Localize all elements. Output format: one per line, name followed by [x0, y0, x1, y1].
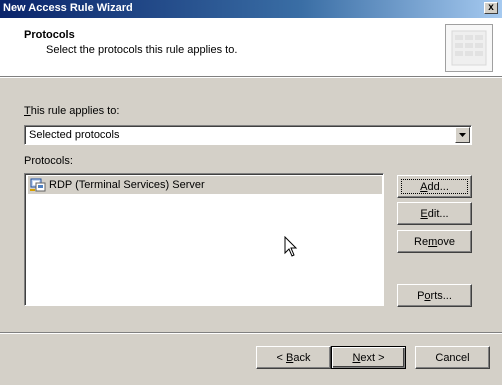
page-title: Protocols: [24, 29, 75, 41]
applies-to-value: Selected protocols: [29, 129, 120, 141]
chevron-down-icon: [459, 133, 466, 137]
add-button[interactable]: Add...: [397, 175, 472, 198]
applies-to-label-text: his rule applies to:: [30, 105, 120, 117]
close-icon: x: [488, 2, 494, 13]
wizard-banner-icon: [445, 24, 493, 72]
protocols-list[interactable]: RDP (Terminal Services) Server: [24, 173, 384, 306]
next-button[interactable]: Next >: [331, 346, 406, 369]
page-subtitle: Select the protocols this rule applies t…: [46, 44, 238, 56]
edit-button[interactable]: Edit...: [397, 202, 472, 225]
ports-label-post: rts...: [430, 289, 452, 302]
applies-to-label: This rule applies to:: [24, 105, 119, 117]
close-button[interactable]: x: [484, 2, 498, 14]
list-item[interactable]: RDP (Terminal Services) Server: [28, 176, 382, 194]
back-button[interactable]: < Back: [256, 346, 331, 369]
cancel-label: Cancel: [435, 351, 470, 364]
remove-button[interactable]: Remove: [397, 230, 472, 253]
ports-button[interactable]: Ports...: [397, 284, 472, 307]
header-divider-highlight: [0, 77, 502, 78]
footer-divider-highlight: [0, 333, 502, 334]
applies-to-dropdown[interactable]: Selected protocols: [24, 125, 472, 145]
remove-label-pre: Re: [414, 235, 429, 248]
edit-accel: E: [420, 207, 428, 220]
back-label-pre: <: [276, 351, 286, 364]
dropdown-arrow-button[interactable]: [455, 127, 470, 143]
window-title: New Access Rule Wizard: [3, 2, 133, 14]
protocol-name: RDP (Terminal Services) Server: [49, 179, 205, 191]
protocol-icon: [30, 178, 46, 195]
add-label: dd...: [427, 180, 449, 193]
edit-label: dit...: [427, 207, 449, 220]
add-accel: A: [420, 180, 428, 193]
remove-accel: m: [428, 235, 438, 248]
mouse-cursor-icon: [284, 235, 298, 261]
back-label-post: ack: [293, 351, 311, 364]
applies-to-accel: T: [24, 105, 31, 117]
title-bar: New Access Rule Wizard x: [0, 0, 502, 18]
next-label: ext >: [360, 351, 385, 364]
wizard-header: Protocols Select the protocols this rule…: [0, 18, 502, 76]
cancel-button[interactable]: Cancel: [415, 346, 490, 369]
remove-label-post: ove: [437, 235, 455, 248]
protocols-label: Protocols:: [24, 155, 73, 167]
